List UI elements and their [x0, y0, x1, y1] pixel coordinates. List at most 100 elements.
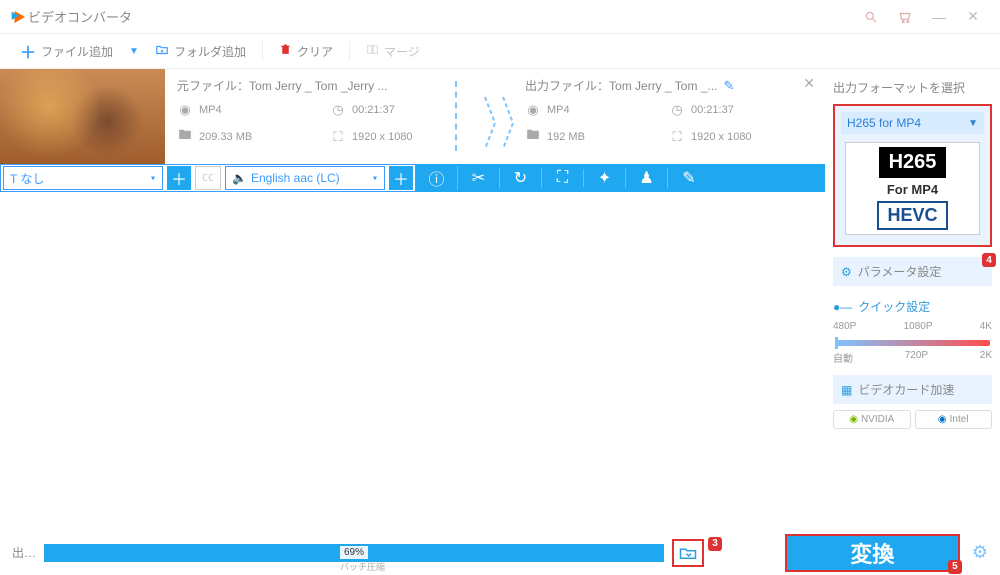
format-dropdown[interactable]: H265 for MP4 ▼	[841, 112, 984, 134]
speaker-icon: 🔈	[232, 171, 247, 185]
clear-label: クリア	[297, 43, 333, 60]
folder-plus-icon	[155, 43, 169, 60]
file-action-bar: T なし ＋ CC 🔈English aac (LC) ＋ ⓘ ✂ ↻ ⛶ ✦ …	[0, 164, 825, 192]
parameter-settings-button[interactable]: ⚙ パラメータ設定 4	[833, 257, 992, 286]
quality-4k: 4K	[980, 321, 992, 332]
quality-720p: 720P	[905, 350, 928, 365]
titlebar: ビデオコンバータ — ✕	[0, 0, 1000, 34]
chip-icon: ▦	[841, 383, 852, 397]
subtitle-select[interactable]: T なし	[3, 166, 163, 190]
quick-label: クイック設定	[858, 298, 930, 315]
add-file-button[interactable]: ＋ ファイル追加	[10, 34, 123, 69]
quality-1080p: 1080P	[904, 321, 933, 332]
convert-label: 変換	[850, 537, 894, 569]
out-format: MP4	[547, 104, 570, 116]
app-logo	[10, 8, 28, 26]
src-size: 209.33 MB	[199, 131, 252, 143]
sliders-icon: ⚙	[841, 265, 852, 279]
step-badge-4: 4	[982, 253, 996, 267]
merge-label: マージ	[384, 43, 420, 60]
out-size: 192 MB	[547, 131, 585, 143]
right-panel: 出力フォーマットを選択 H265 for MP4 ▼ H265 For MP4 …	[825, 69, 1000, 530]
plus-icon: ＋	[20, 39, 36, 63]
batch-compress-label: バッチ圧縮	[340, 560, 385, 573]
quick-settings-section: ●— クイック設定 480P 1080P 4K 自動 720P 2K	[833, 298, 992, 365]
output-file-column: 出力ファイル：Tom Jerry _ Tom _... ✎ ◉ MP4 ◷ 00:21…	[495, 69, 825, 164]
src-duration: 00:21:37	[352, 104, 395, 116]
clock-icon: ◷	[330, 102, 346, 118]
format-preview-card: H265 For MP4 HEVC	[845, 142, 980, 235]
effects-tool-button[interactable]: ✦	[584, 168, 626, 188]
toolbar: ＋ ファイル追加 ▼ フォルダ追加 クリア マージ	[0, 34, 1000, 69]
format-selector-box: H265 for MP4 ▼ H265 For MP4 HEVC	[833, 104, 992, 247]
param-label: パラメータ設定	[858, 263, 942, 280]
out-duration: 00:21:37	[691, 104, 734, 116]
edit-filename-icon[interactable]: ✎	[724, 78, 735, 93]
clear-button[interactable]: クリア	[269, 34, 343, 69]
clock-icon: ◷	[669, 102, 685, 118]
source-prefix: 元ファイル：	[177, 79, 249, 93]
audio-track-select[interactable]: 🔈English aac (LC)	[225, 166, 385, 190]
edit-tool-button[interactable]: ✎	[668, 168, 710, 188]
step-badge-3: 3	[708, 537, 722, 551]
cc-button[interactable]: CC	[195, 166, 221, 190]
output-prefix: 出力ファイル：	[525, 79, 609, 93]
for-mp4-label: For MP4	[887, 182, 938, 197]
quality-auto: 自動	[833, 350, 853, 365]
gpu-label: ビデオカード加速	[858, 381, 954, 398]
source-filename: Tom Jerry _ Tom _Jerry ...	[249, 79, 387, 93]
merge-button[interactable]: マージ	[356, 34, 430, 69]
out-resolution: 1920 x 1080	[691, 131, 752, 143]
progress-percent: 69%	[340, 546, 368, 559]
merge-icon	[366, 43, 379, 59]
search-icon[interactable]	[854, 5, 888, 29]
settings-gear-icon[interactable]: ⚙	[972, 542, 988, 563]
hevc-badge: HEVC	[877, 201, 947, 230]
quality-2k: 2K	[980, 350, 992, 365]
cut-tool-button[interactable]: ✂	[458, 168, 500, 188]
trash-icon	[279, 43, 292, 59]
output-filename: Tom Jerry _ Tom _...	[609, 79, 717, 93]
nvidia-badge: ◉NVIDIA	[833, 410, 911, 429]
chevron-divider-icon	[501, 95, 521, 151]
dimensions-icon: ⛶	[330, 129, 346, 145]
format-icon: ◉	[525, 102, 541, 118]
progress-bar: 69%	[44, 544, 664, 562]
crop-tool-button[interactable]: ⛶	[542, 169, 584, 187]
intel-badge: ◉Intel	[915, 410, 993, 429]
info-tool-button[interactable]: ⓘ	[416, 166, 458, 190]
add-audio-button[interactable]: ＋	[389, 166, 413, 190]
quality-slider[interactable]	[835, 340, 990, 346]
format-name: H265 for MP4	[847, 116, 921, 130]
remove-file-button[interactable]: ✕	[803, 75, 815, 92]
src-format: MP4	[199, 104, 222, 116]
bottom-bar: 出… 69% 3 変換 5 ⚙ バッチ圧縮	[0, 530, 1000, 575]
file-item: 元ファイル：Tom Jerry _ Tom _Jerry ... ◉ MP4 ◷ 0…	[0, 69, 825, 164]
rotate-tool-button[interactable]: ↻	[500, 168, 542, 188]
add-file-label: ファイル追加	[41, 43, 113, 60]
format-section-title: 出力フォーマットを選択	[833, 79, 992, 96]
chevron-down-icon: ▼	[968, 118, 978, 129]
add-folder-label: フォルダ追加	[174, 43, 246, 60]
h265-badge: H265	[879, 147, 947, 178]
file-icon: 🖿	[525, 126, 541, 148]
step-badge-5: 5	[948, 560, 962, 574]
video-thumbnail[interactable]	[0, 69, 165, 164]
file-icon: 🖿	[177, 126, 193, 148]
minimize-button[interactable]: —	[922, 5, 956, 29]
dimensions-icon: ⛶	[669, 129, 685, 145]
convert-button[interactable]: 変換 5	[785, 534, 960, 572]
format-icon: ◉	[177, 102, 193, 118]
output-path-label: 出…	[12, 544, 36, 561]
source-file-column: 元ファイル：Tom Jerry _ Tom _Jerry ... ◉ MP4 ◷ 0…	[165, 69, 495, 164]
add-subtitle-button[interactable]: ＋	[167, 166, 191, 190]
close-button[interactable]: ✕	[956, 5, 990, 29]
gpu-acceleration-button[interactable]: ▦ ビデオカード加速	[833, 375, 992, 404]
output-folder-button[interactable]: 3	[672, 539, 704, 567]
quality-480p: 480P	[833, 321, 856, 332]
add-file-dropdown-icon[interactable]: ▼	[129, 46, 139, 57]
bullet-icon: ●—	[833, 300, 852, 314]
add-folder-button[interactable]: フォルダ追加	[145, 34, 256, 69]
cart-icon[interactable]	[888, 5, 922, 29]
watermark-tool-button[interactable]: ♟	[626, 168, 668, 188]
